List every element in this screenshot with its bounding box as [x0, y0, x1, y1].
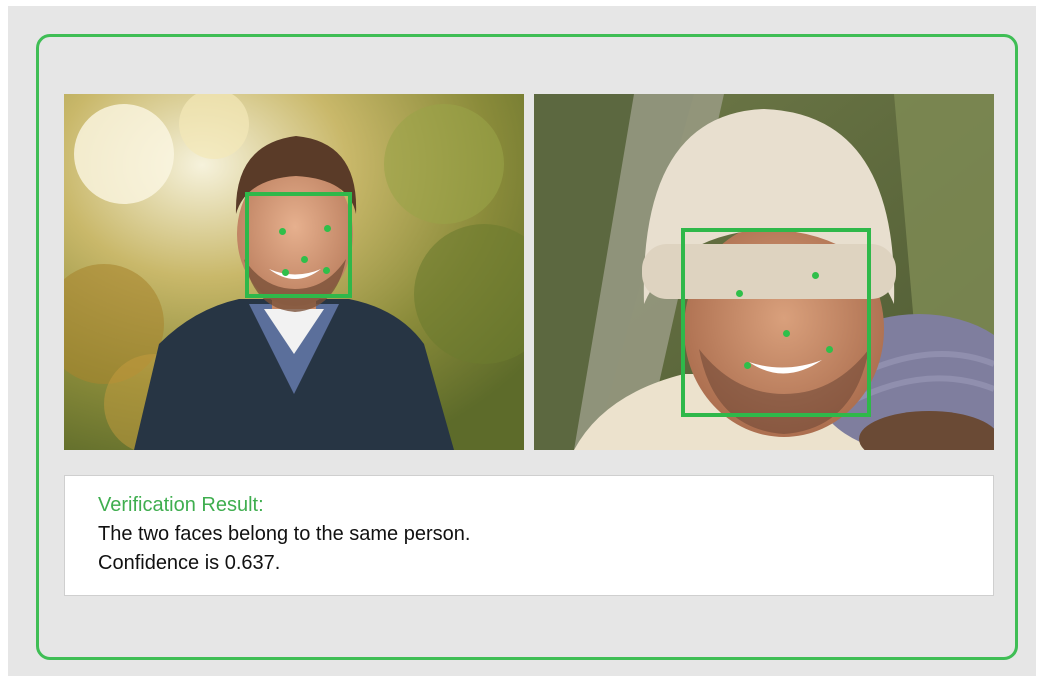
face-detection-box-right	[681, 228, 871, 417]
landmark-mouth-left	[282, 269, 289, 276]
landmark-left-eye	[736, 290, 743, 297]
face-photo-left	[64, 94, 524, 450]
landmark-right-eye	[324, 225, 331, 232]
face-photo-right	[534, 94, 994, 450]
app-screen: Verification Result: The two faces belon…	[8, 6, 1036, 676]
verification-result-panel: Verification Result: The two faces belon…	[64, 475, 994, 596]
landmark-mouth-right	[826, 346, 833, 353]
result-title: Verification Result:	[98, 494, 264, 516]
landmark-nose	[301, 256, 308, 263]
landmark-right-eye	[812, 272, 819, 279]
landmark-mouth-right	[323, 267, 330, 274]
landmark-nose	[783, 330, 790, 337]
face-detection-box-left	[245, 192, 352, 298]
result-message: The two faces belong to the same person.	[98, 523, 471, 545]
landmark-mouth-left	[744, 362, 751, 369]
landmark-left-eye	[279, 228, 286, 235]
confidence-text: Confidence is 0.637.	[98, 552, 281, 574]
